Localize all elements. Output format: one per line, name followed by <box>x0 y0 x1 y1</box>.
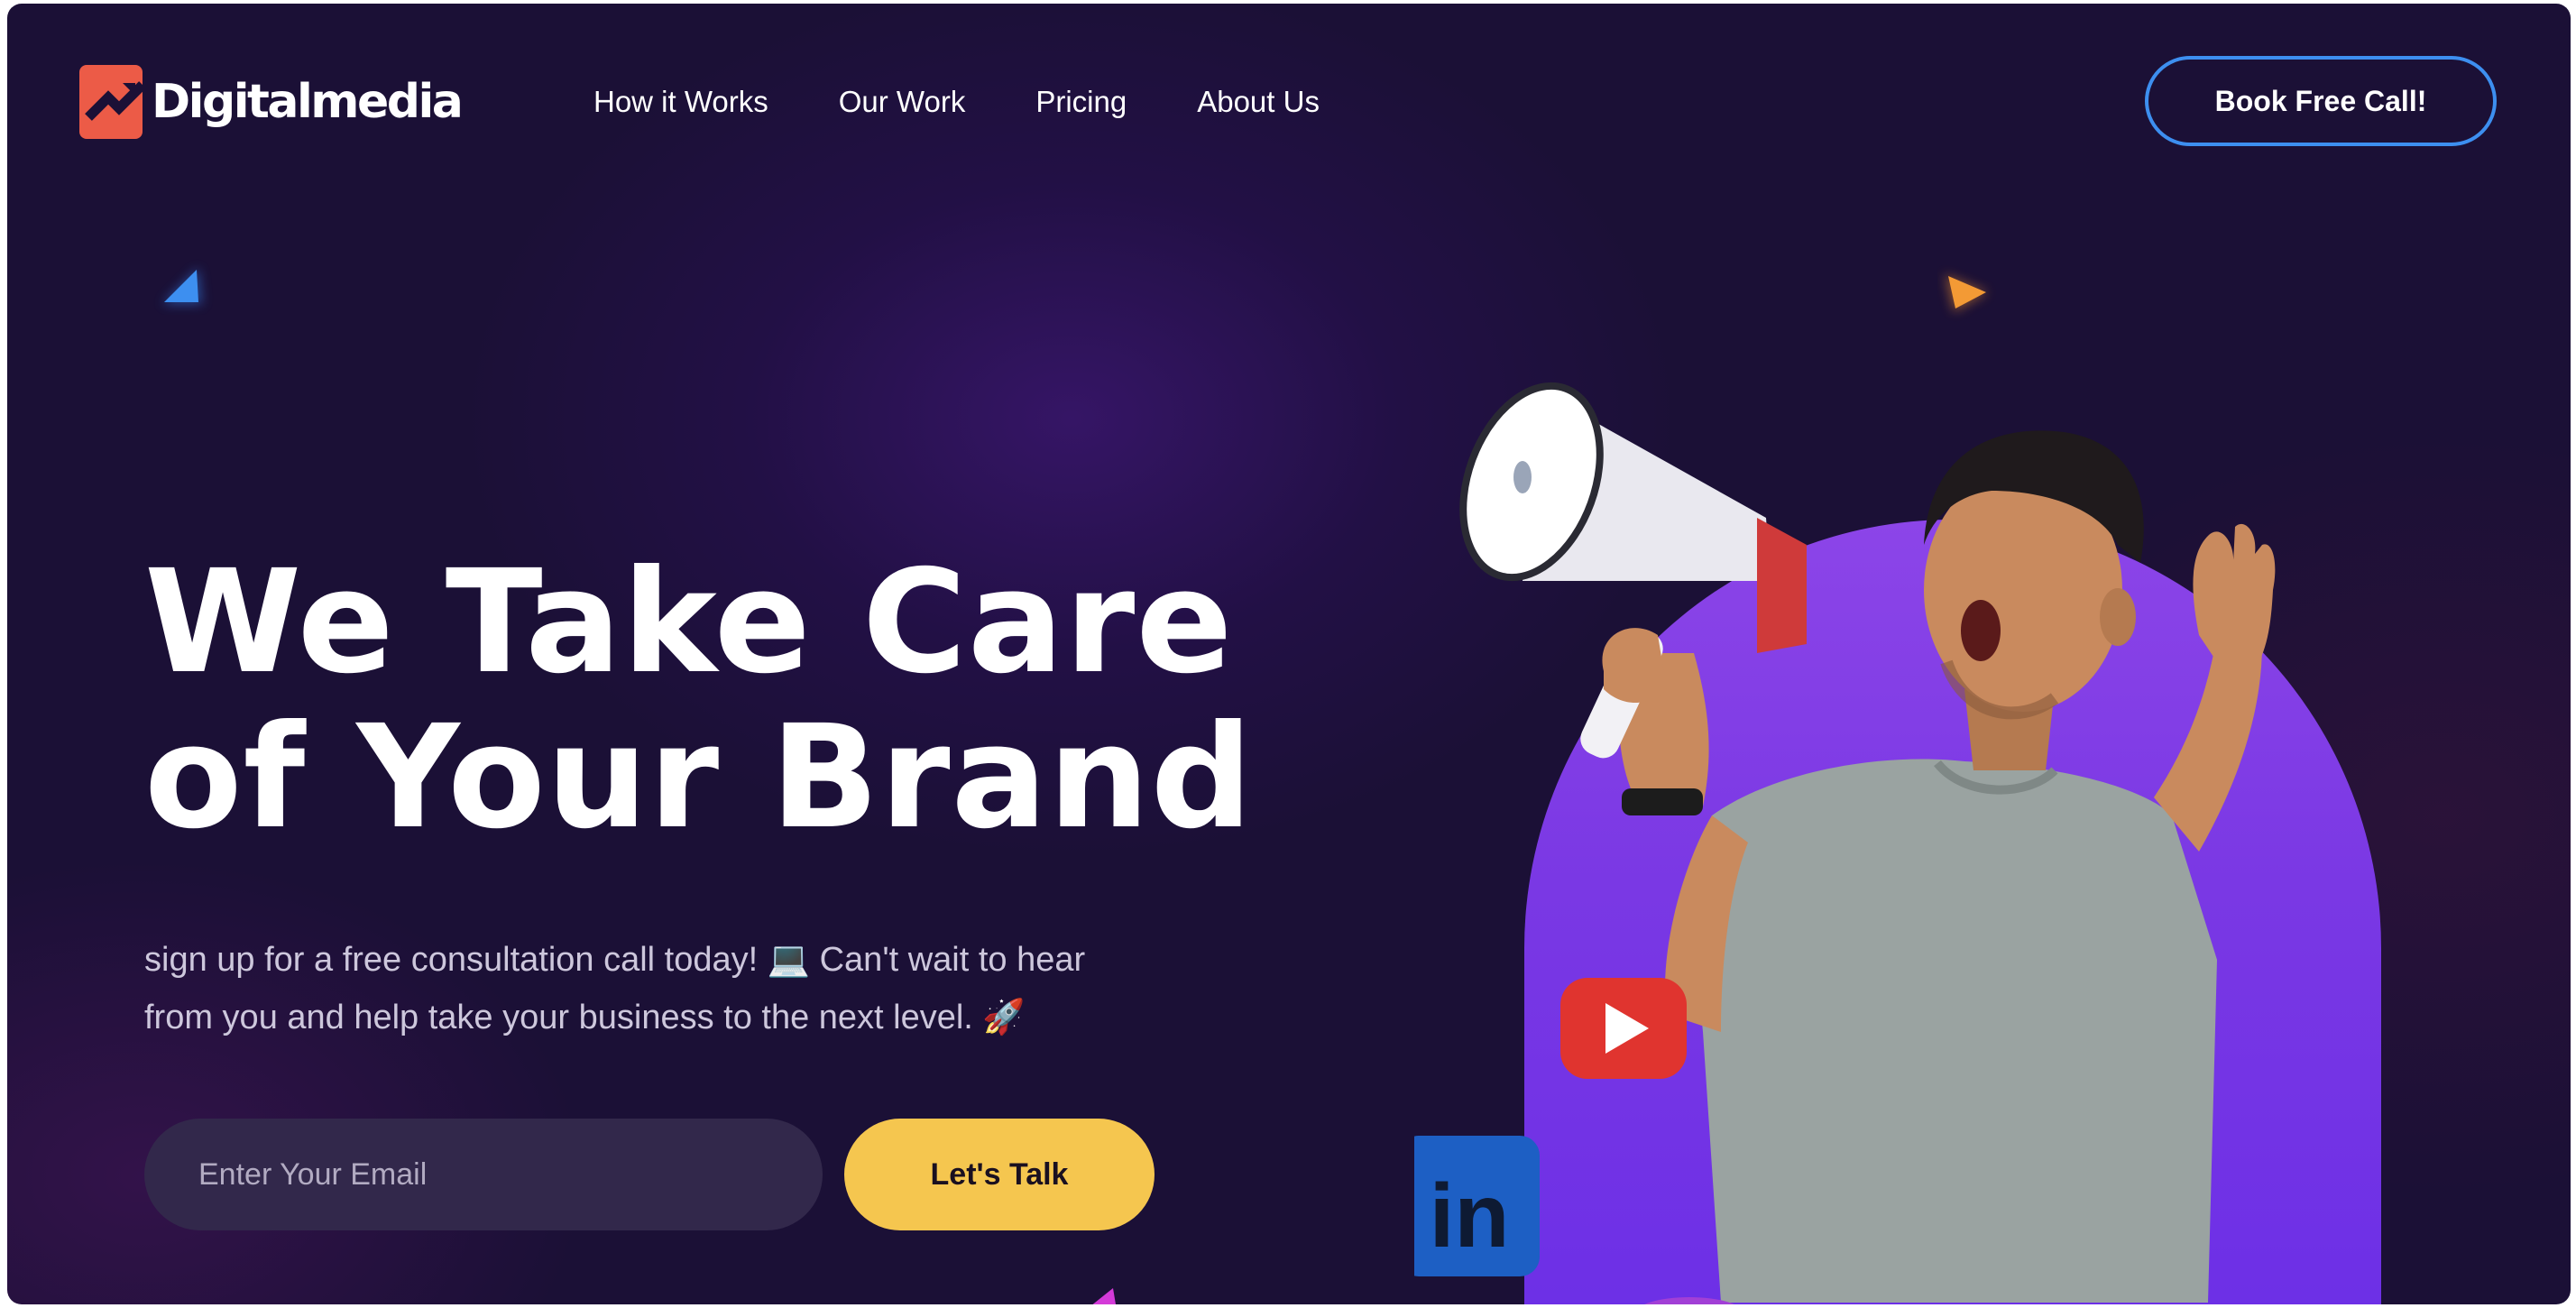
megaphone-man-illustration: in <box>1414 382 2276 1304</box>
book-free-call-button[interactable]: Book Free Call! <box>2145 56 2497 146</box>
lets-talk-button[interactable]: Let's Talk <box>844 1119 1155 1230</box>
hero-subtitle: sign up for a free consultation call tod… <box>144 931 1182 1046</box>
nav-how-it-works[interactable]: How it Works <box>593 85 768 119</box>
blue-triangle-decoration <box>162 268 202 304</box>
nav-about-us[interactable]: About Us <box>1197 85 1320 119</box>
nav-pricing[interactable]: Pricing <box>1035 85 1127 119</box>
svg-text:in: in <box>1430 1165 1510 1267</box>
linkedin-icon: in <box>1414 1136 1540 1276</box>
hero-subtitle-line1: sign up for a free consultation call tod… <box>144 941 1086 979</box>
hero-subtitle-line2: from you and help take your business to … <box>144 999 1026 1036</box>
email-input[interactable] <box>144 1119 823 1230</box>
hero-headline-line2: of Your Brand <box>144 695 1254 861</box>
logo-mark-icon <box>79 65 143 139</box>
main-nav: How it Works Our Work Pricing About Us <box>593 85 1320 119</box>
landing-page: Digitalmedia How it Works Our Work Prici… <box>7 4 2571 1304</box>
hero-headline-line1: We Take Care <box>144 539 1234 705</box>
orange-triangle-decoration <box>1945 274 1988 312</box>
youtube-icon <box>1560 978 1687 1079</box>
brand-logo[interactable]: Digitalmedia <box>79 65 464 139</box>
nav-our-work[interactable]: Our Work <box>839 85 966 119</box>
brand-name: Digitalmedia <box>152 75 464 129</box>
magenta-shape-decoration <box>1092 1288 1116 1304</box>
hero-headline: We Take Care of Your Brand <box>144 545 1254 855</box>
